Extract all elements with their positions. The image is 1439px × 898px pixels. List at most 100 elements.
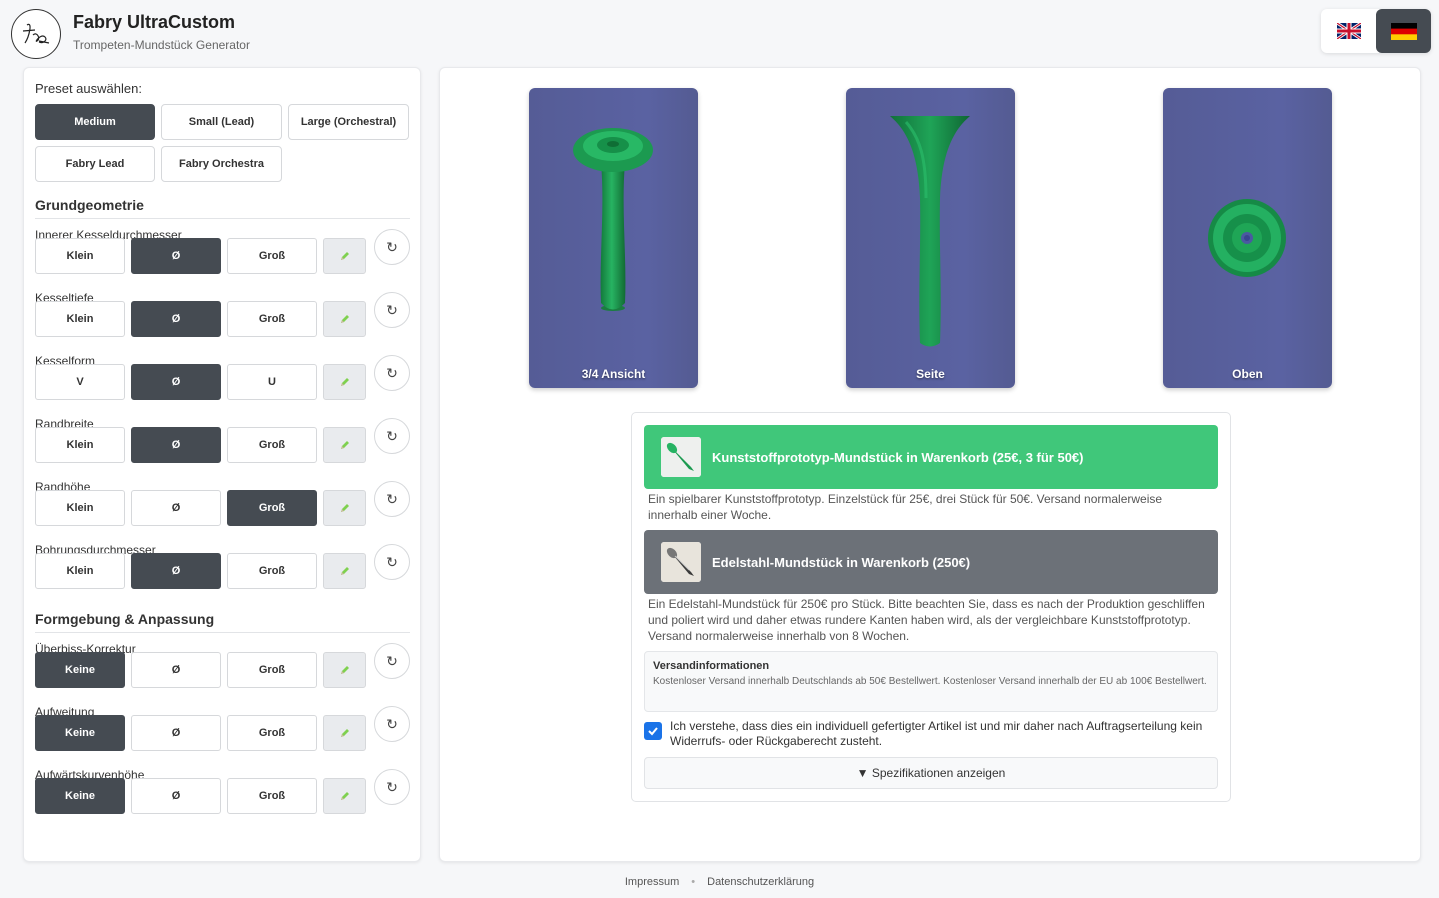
- param-option-button[interactable]: Klein: [35, 553, 125, 589]
- view-top[interactable]: Oben: [1163, 88, 1332, 388]
- consent-row: Ich verstehe, dass dies ein individuell …: [644, 719, 1218, 749]
- custom-value-button[interactable]: [323, 490, 366, 526]
- param-option-button[interactable]: Groß: [227, 301, 317, 337]
- pencil-icon: [340, 504, 349, 512]
- param-option-button[interactable]: Ø: [131, 364, 221, 400]
- reset-icon: ↻: [386, 427, 398, 444]
- preset-fabry-lead-button[interactable]: Fabry Lead: [35, 146, 155, 182]
- pencil-icon: [340, 792, 349, 800]
- custom-value-button[interactable]: [323, 238, 366, 274]
- param-option-button[interactable]: Klein: [35, 427, 125, 463]
- reset-icon: ↻: [386, 364, 398, 381]
- pencil-icon: [340, 252, 349, 260]
- reset-icon: ↻: [386, 715, 398, 732]
- param-option-button[interactable]: Klein: [35, 301, 125, 337]
- show-specifications-button[interactable]: ▼ Spezifikationen anzeigen: [644, 757, 1218, 789]
- signature-logo-icon: [22, 23, 50, 44]
- mouthpiece-side-icon: [890, 116, 970, 347]
- footer: Impressum • Datenschutzerklärung: [0, 876, 1439, 888]
- param-option-button[interactable]: Groß: [227, 490, 317, 526]
- reset-icon: ↻: [386, 301, 398, 318]
- view-label: Oben: [1232, 367, 1263, 381]
- custom-value-button[interactable]: [323, 301, 366, 337]
- param-option-button[interactable]: U: [227, 364, 317, 400]
- preset-small-lead-button[interactable]: Small (Lead): [161, 104, 282, 140]
- reset-button[interactable]: ↻: [374, 292, 410, 328]
- reset-button[interactable]: ↻: [374, 418, 410, 454]
- param-option-button[interactable]: Keine: [35, 715, 125, 751]
- reset-button[interactable]: ↻: [374, 481, 410, 517]
- lang-en-button[interactable]: [1321, 9, 1376, 53]
- logo: [11, 9, 61, 59]
- view-label: 3/4 Ansicht: [581, 367, 646, 381]
- param-option-button[interactable]: Ø: [131, 652, 221, 688]
- custom-value-button[interactable]: [323, 553, 366, 589]
- param-option-button[interactable]: Groß: [227, 553, 317, 589]
- preset-label: Preset auswählen:: [35, 81, 142, 96]
- param-option-button[interactable]: Groß: [227, 238, 317, 274]
- param-option-button[interactable]: Ø: [131, 715, 221, 751]
- pencil-icon: [340, 441, 349, 449]
- app-subtitle: Trompeten-Mundstück Generator: [73, 38, 250, 52]
- view-three-quarter[interactable]: 3/4 Ansicht: [529, 88, 698, 388]
- param-option-button[interactable]: Ø: [131, 490, 221, 526]
- add-plastic-to-cart-button[interactable]: Kunststoffprototyp-Mundstück in Warenkor…: [644, 425, 1218, 489]
- preset-medium-button[interactable]: Medium: [35, 104, 155, 140]
- view-side[interactable]: Seite: [846, 88, 1015, 388]
- param-option-button[interactable]: V: [35, 364, 125, 400]
- steel-product-thumbnail: [661, 542, 701, 582]
- consent-checkbox[interactable]: [644, 722, 662, 740]
- pencil-icon: [340, 315, 349, 323]
- preset-fabry-orchestra-button[interactable]: Fabry Orchestra: [161, 146, 282, 182]
- param-option-button[interactable]: Groß: [227, 715, 317, 751]
- custom-value-button[interactable]: [323, 364, 366, 400]
- checkmark-icon: [648, 727, 658, 736]
- reset-button[interactable]: ↻: [374, 706, 410, 742]
- mouthpiece-top-icon: [1208, 199, 1286, 277]
- de-flag-icon: [1390, 22, 1417, 40]
- add-steel-to-cart-button[interactable]: Edelstahl-Mundstück in Warenkorb (250€): [644, 530, 1218, 594]
- consent-label: Ich verstehe, dass dies ein individuell …: [670, 719, 1203, 748]
- plastic-product-thumbnail: [661, 437, 701, 477]
- reset-icon: ↻: [386, 652, 398, 669]
- param-option-button[interactable]: Keine: [35, 778, 125, 814]
- preset-large-orchestral-button[interactable]: Large (Orchestral): [288, 104, 409, 140]
- param-option-button[interactable]: Ø: [131, 238, 221, 274]
- param-option-button[interactable]: Klein: [35, 238, 125, 274]
- param-option-button[interactable]: Ø: [131, 778, 221, 814]
- configurator-panel: Preset auswählen: Medium Small (Lead) La…: [23, 67, 421, 862]
- privacy-link[interactable]: Datenschutzerklärung: [707, 876, 814, 888]
- section-heading-shaping: Formgebung & Anpassung: [35, 611, 215, 627]
- custom-value-button[interactable]: [323, 715, 366, 751]
- app-title: Fabry UltraCustom: [73, 12, 236, 32]
- plastic-description: Ein spielbarer Kunststoffprototyp. Einze…: [648, 492, 1163, 522]
- reset-icon: ↻: [386, 553, 398, 570]
- param-option-button[interactable]: Klein: [35, 490, 125, 526]
- param-option-button[interactable]: Groß: [227, 427, 317, 463]
- custom-value-button[interactable]: [323, 778, 366, 814]
- pencil-icon: [340, 378, 349, 386]
- param-option-button[interactable]: Ø: [131, 301, 221, 337]
- reset-button[interactable]: ↻: [374, 544, 410, 580]
- param-option-button[interactable]: Ø: [131, 427, 221, 463]
- reset-button[interactable]: ↻: [374, 355, 410, 391]
- lang-de-button[interactable]: [1376, 9, 1431, 53]
- reset-button[interactable]: ↻: [374, 229, 410, 265]
- language-switcher: [1321, 9, 1431, 53]
- param-option-button[interactable]: Groß: [227, 778, 317, 814]
- reset-button[interactable]: ↻: [374, 769, 410, 805]
- shipping-text: Kostenloser Versand innerhalb Deutschlan…: [653, 676, 1207, 687]
- reset-icon: ↻: [386, 778, 398, 795]
- custom-value-button[interactable]: [323, 652, 366, 688]
- imprint-link[interactable]: Impressum: [625, 876, 679, 888]
- pencil-icon: [340, 729, 349, 737]
- param-option-button[interactable]: Ø: [131, 553, 221, 589]
- reset-icon: ↻: [386, 490, 398, 507]
- custom-value-button[interactable]: [323, 427, 366, 463]
- view-label: Seite: [916, 367, 945, 381]
- pencil-icon: [340, 666, 349, 674]
- order-box: Kunststoffprototyp-Mundstück in Warenkor…: [631, 412, 1231, 802]
- reset-button[interactable]: ↻: [374, 643, 410, 679]
- param-option-button[interactable]: Groß: [227, 652, 317, 688]
- param-option-button[interactable]: Keine: [35, 652, 125, 688]
